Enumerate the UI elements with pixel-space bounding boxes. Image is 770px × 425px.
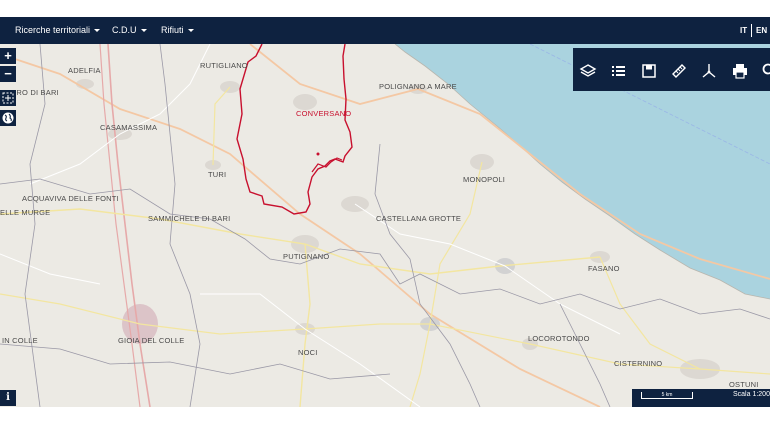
full-extent-button[interactable] [0,110,16,126]
print-tool-button[interactable] [725,48,755,91]
menu-label: Ricerche territoriali [15,25,91,35]
place-label: PUTIGNANO [283,252,330,261]
menu-rifiuti[interactable]: Rifiuti [161,17,194,44]
map-toolbar [573,48,770,91]
place-label: ADELFIA [68,66,101,75]
measure-tool-button[interactable] [664,48,694,91]
zoom-in-button[interactable]: + [0,48,16,64]
caret-down-icon [140,29,147,33]
place-label: ELLE MURGE [0,208,51,217]
print-icon [733,64,747,79]
layers-icon [579,64,597,77]
zoom-to-extent-button[interactable] [0,90,16,106]
coordinates-tool-button[interactable] [694,48,724,91]
coordinates-icon [702,64,716,78]
scale-text: Scala 1:200 [733,391,770,398]
caret-down-icon [187,29,194,33]
place-label: FASANO [588,264,620,273]
place-label: CISTERNINO [614,359,663,368]
place-label: GIOIA DEL COLLE [118,336,185,345]
place-label: TURI [208,170,227,179]
save-icon [642,64,656,78]
menu-label: C.D.U [112,25,137,35]
highlighted-place-label: CONVERSANO [296,109,352,118]
place-label: MONOPOLI [463,175,506,184]
menu-label: Rifiuti [161,25,184,35]
lang-it[interactable]: IT [740,17,747,44]
caret-down-icon [94,29,101,33]
ruler-icon [672,64,686,78]
zoom-out-button[interactable]: − [0,66,16,82]
menu-ricerche-territoriali[interactable]: Ricerche territoriali [15,17,101,44]
place-label: POLIGNANO A MARE [379,82,457,91]
info-icon: i [6,392,10,403]
save-tool-button[interactable] [634,48,664,91]
info-button[interactable]: i [0,390,16,406]
bottom-margin [0,407,770,425]
map-basemap [0,44,770,407]
lang-en[interactable]: EN [756,17,767,44]
legend-tool-button[interactable] [603,48,633,91]
top-navbar: Ricerche territoriali C.D.U Rifiuti IT E… [0,17,770,44]
place-label: CASAMASSIMA [100,123,158,132]
scale-bar: 5 km [641,392,693,399]
list-icon [612,66,625,76]
place-label: IN COLLE [2,336,38,345]
layers-tool-button[interactable] [573,48,603,91]
place-label: LOCOROTONDO [528,334,590,343]
place-label: SAMMICHELE DI BARI [148,214,231,223]
search-tool-button[interactable] [755,48,770,91]
lang-separator [751,24,752,37]
select-area-icon [2,92,14,104]
place-label: CASTELLANA GROTTE [376,214,462,223]
place-label: RUTIGLIANO [200,61,248,70]
search-icon [762,63,770,75]
place-label: OSTUNI [729,380,759,389]
place-label: NOCI [298,348,318,357]
globe-icon [2,112,14,124]
map-canvas[interactable]: RUTIGLIANO ADELFIA ANDRO DI BARI CASAMAS… [0,44,770,407]
place-label: ACQUAVIVA DELLE FONTI [22,194,119,203]
scale-indicator: 5 km Scala 1:200 [632,389,770,407]
menu-cdu[interactable]: C.D.U [112,17,147,44]
